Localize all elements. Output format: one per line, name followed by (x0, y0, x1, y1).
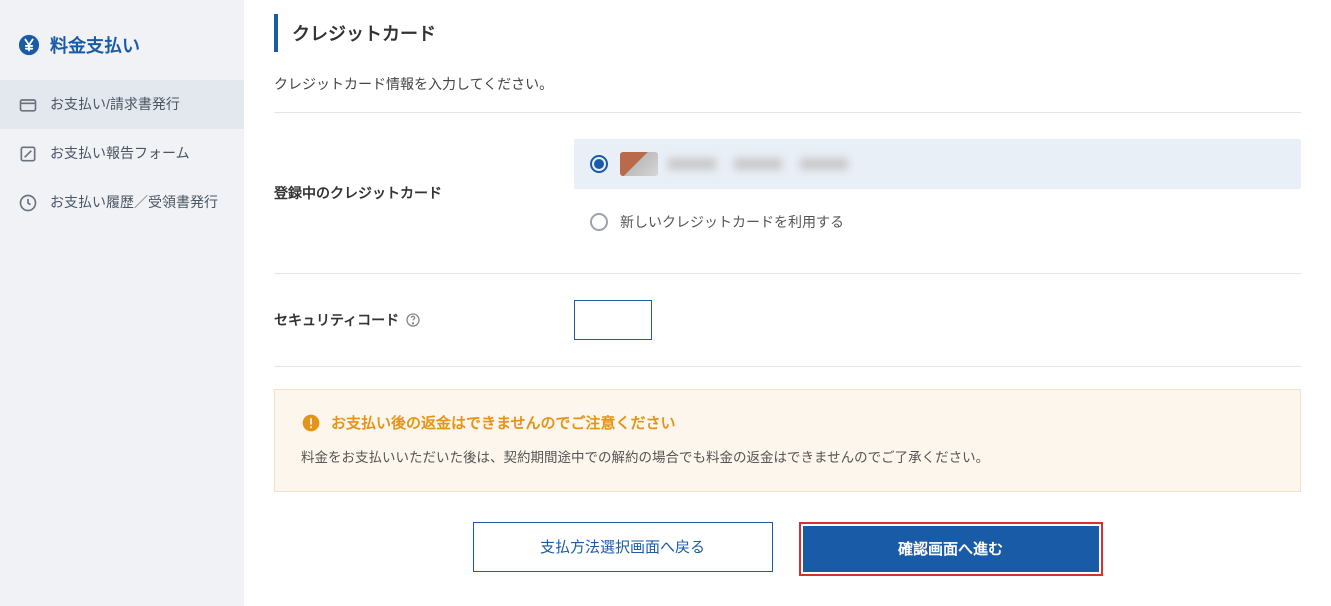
registered-card-label: 登録中のクレジットカード (274, 183, 574, 203)
sidebar-item-label: お支払い報告フォーム (50, 143, 190, 164)
back-button[interactable]: 支払方法選択画面へ戻る (473, 522, 773, 572)
sidebar-item-payment-report[interactable]: お支払い報告フォーム (0, 129, 244, 178)
warning-text: 料金をお支払いいただいた後は、契約期間途中での解約の場合でも料金の返金はできませ… (301, 447, 1274, 469)
section-title: クレジットカード (274, 14, 1301, 52)
card-icon (18, 95, 38, 115)
security-code-input[interactable] (574, 300, 652, 340)
help-icon[interactable] (405, 312, 421, 328)
form-block-card: 登録中のクレジットカード 新しいクレジットカードを利用する (274, 112, 1301, 273)
form-icon (18, 144, 38, 164)
radio-new-card-label: 新しいクレジットカードを利用する (620, 212, 844, 232)
warning-title-text: お支払い後の返金はできませんのでご注意ください (331, 412, 676, 433)
refund-warning-box: お支払い後の返金はできませんのでご注意ください 料金をお支払いいただいた後は、契… (274, 389, 1301, 492)
button-row: 支払方法選択画面へ戻る 確認画面へ進む (274, 522, 1301, 576)
radio-existing-card[interactable] (574, 139, 1301, 189)
card-brand-thumbnail (620, 152, 658, 176)
radio-checked-icon (590, 155, 608, 173)
next-button-highlight: 確認画面へ進む (799, 522, 1103, 576)
next-button[interactable]: 確認画面へ進む (803, 526, 1099, 572)
warning-icon (301, 413, 321, 433)
sidebar-title-label: 料金支払い (50, 32, 140, 58)
clock-icon (18, 193, 38, 213)
sidebar-item-payment-invoice[interactable]: お支払い/請求書発行 (0, 80, 244, 129)
sidebar: 料金支払い お支払い/請求書発行 お支払い報告フォーム お支払い履歴／受領書発行 (0, 0, 244, 606)
form-block-security: セキュリティコード (274, 273, 1301, 367)
sidebar-item-payment-history[interactable]: お支払い履歴／受領書発行 (0, 178, 244, 227)
warning-title: お支払い後の返金はできませんのでご注意ください (301, 412, 1274, 433)
radio-unchecked-icon (590, 213, 608, 231)
sidebar-title: 料金支払い (0, 20, 244, 80)
sidebar-item-label: お支払い/請求書発行 (50, 94, 180, 115)
yen-circle-icon (18, 34, 40, 56)
security-code-label: セキュリティコード (274, 310, 574, 330)
radio-new-card[interactable]: 新しいクレジットカードを利用する (574, 197, 1301, 247)
main-content: クレジットカード クレジットカード情報を入力してください。 登録中のクレジットカ… (244, 0, 1331, 606)
card-masked-number (668, 158, 848, 170)
section-instruction: クレジットカード情報を入力してください。 (274, 74, 1301, 94)
sidebar-item-label: お支払い履歴／受領書発行 (50, 192, 218, 213)
